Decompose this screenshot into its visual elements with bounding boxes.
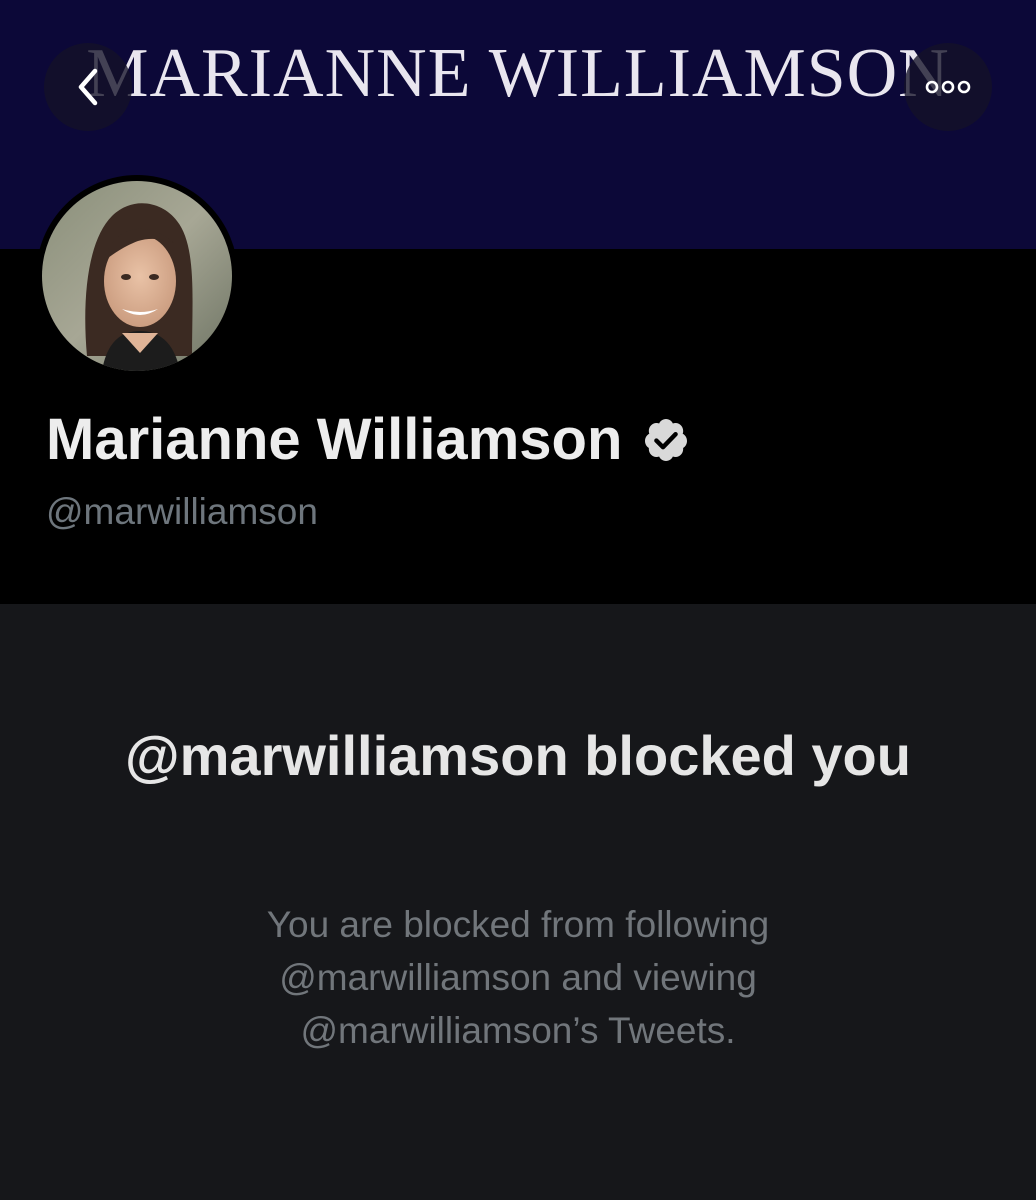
avatar-photo	[42, 181, 232, 371]
more-horizontal-icon	[925, 80, 971, 94]
profile-handle: @marwilliamson	[46, 491, 318, 532]
blocked-title: @marwilliamson blocked you	[125, 724, 911, 787]
blocked-panel: @marwilliamson blocked you You are block…	[0, 604, 1036, 1200]
avatar[interactable]	[36, 175, 238, 377]
blocked-description-line-3: @marwilliamson’s Tweets.	[300, 1010, 736, 1051]
profile-name-row: Marianne Williamson	[46, 405, 690, 475]
more-options-button[interactable]	[904, 43, 992, 131]
back-button[interactable]	[44, 43, 132, 131]
verified-badge-icon	[642, 416, 690, 464]
blocked-description: You are blocked from following @marwilli…	[160, 898, 876, 1057]
chevron-left-icon	[78, 68, 98, 106]
display-name: Marianne Williamson	[46, 407, 623, 472]
blocked-description-line-1: You are blocked from following	[266, 904, 770, 945]
banner-title: MARIANNE WILLIAMSON	[86, 35, 950, 112]
blocked-description-line-2: @marwilliamson and viewing	[279, 957, 757, 998]
